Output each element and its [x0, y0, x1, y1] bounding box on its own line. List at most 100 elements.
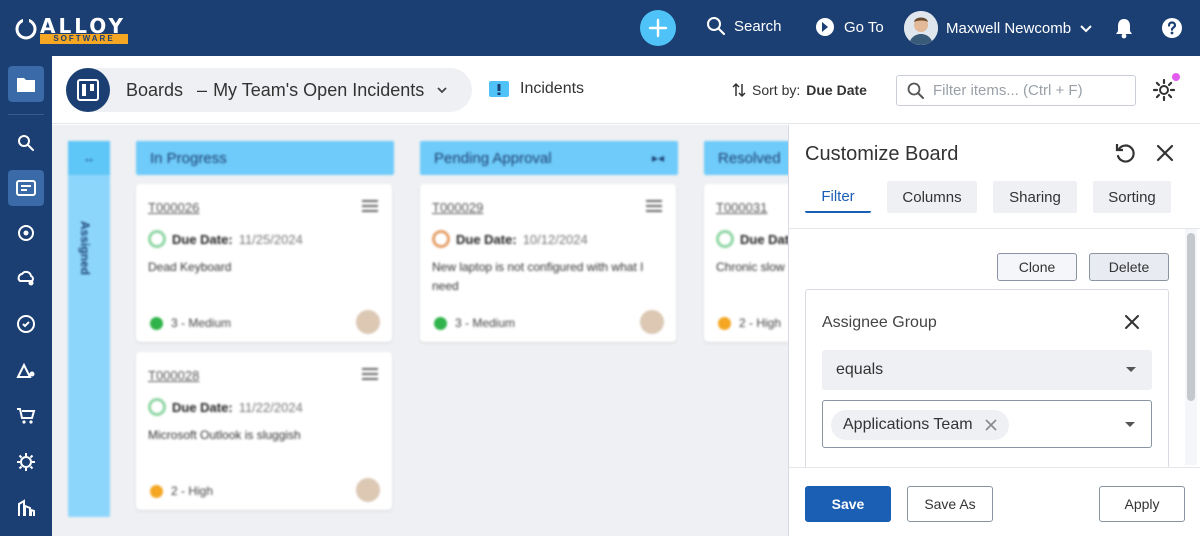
card-due-date: Due Date: 11/25/2024: [148, 230, 303, 248]
priority-dot: [150, 484, 163, 498]
card-menu-icon[interactable]: [646, 200, 662, 215]
card-t000028[interactable]: T000028 Due Date: 11/22/2024 Microsoft O…: [136, 352, 392, 510]
priority-dot: [150, 316, 163, 330]
dropdown-caret-icon: [1125, 422, 1135, 427]
save-as-button[interactable]: Save As: [907, 486, 993, 522]
card-description: New laptop is not configured with what I…: [432, 260, 644, 293]
card-priority: 2 - High: [150, 484, 213, 498]
rail-item-boards[interactable]: [8, 66, 44, 102]
card-id[interactable]: T000026: [148, 200, 199, 215]
value-select[interactable]: Applications Team: [822, 400, 1152, 448]
board-settings-gear-icon[interactable]: [1152, 78, 1176, 102]
notification-dot: [1172, 73, 1180, 81]
sort-arrows-icon: [732, 82, 746, 98]
shapes-gear-icon: [16, 362, 35, 378]
breadcrumb-separator: –: [197, 79, 208, 100]
incident-icon: [489, 81, 509, 97]
user-name: Maxwell Newcomb: [946, 19, 1072, 37]
goto-label: Go To: [844, 18, 884, 36]
board-logo: [66, 68, 110, 112]
chevron-down-icon: [437, 87, 447, 94]
rail-item-requests[interactable]: [8, 306, 44, 342]
alloy-logo[interactable]: ALLOY SOFTWARE: [14, 12, 132, 46]
customize-board-panel: Customize Board Filter Columns Sharing S…: [788, 125, 1200, 536]
user-avatar: [904, 11, 938, 45]
goto-button[interactable]: Go To: [814, 16, 884, 38]
rail-item-problems[interactable]: [8, 215, 44, 251]
card-id[interactable]: T000028: [148, 368, 199, 383]
report-icon: [18, 499, 35, 516]
rail-item-assets[interactable]: [8, 352, 44, 388]
column-header-in-progress[interactable]: In Progress: [136, 141, 394, 175]
delete-button[interactable]: Delete: [1089, 253, 1169, 281]
board-selector[interactable]: Boards – My Team's Open Incidents: [66, 68, 472, 112]
kanban-icon: [77, 79, 99, 101]
assignee-avatar: [356, 478, 380, 502]
rail-item-changes[interactable]: [8, 260, 44, 296]
help-icon[interactable]: [1161, 17, 1183, 39]
search-icon: [18, 135, 34, 151]
remove-criterion-close-icon[interactable]: [1122, 312, 1142, 332]
due-date-icon: [148, 398, 166, 416]
bell-icon[interactable]: [1114, 17, 1134, 39]
card-id[interactable]: T000031: [716, 200, 767, 215]
assigned-column-label: Assigned: [78, 221, 92, 276]
value-chip: Applications Team: [831, 410, 1009, 440]
kanban-board: ↔ Assigned In Progress Pending Approval …: [52, 125, 788, 536]
apply-button[interactable]: Apply: [1099, 486, 1185, 522]
plus-icon: [648, 18, 668, 38]
panel-vertical-scrollbar[interactable]: [1187, 233, 1195, 401]
assigned-column-collapsed[interactable]: ↔ Assigned: [68, 141, 110, 517]
logo-ring-icon: [15, 16, 37, 40]
chip-remove-close-icon[interactable]: [984, 419, 997, 431]
create-new-button[interactable]: [640, 10, 676, 46]
boards-breadcrumb[interactable]: Boards: [126, 80, 183, 101]
tab-sharing[interactable]: Sharing: [993, 181, 1077, 213]
goto-icon: [816, 18, 834, 36]
rail-item-reports[interactable]: [8, 490, 44, 526]
collapse-arrows-icon[interactable]: ▸◂: [652, 151, 664, 165]
due-date-icon: [432, 230, 450, 248]
expand-arrows-icon[interactable]: ↔: [68, 141, 110, 175]
tab-filter[interactable]: Filter: [805, 181, 871, 213]
filter-items-input[interactable]: [933, 82, 1123, 99]
page-header: Boards – My Team's Open Incidents Incide…: [52, 56, 1200, 124]
card-t000031[interactable]: T000031 Due Date: Chronic slow 2 - High: [704, 184, 788, 342]
card-t000026[interactable]: T000026 Due Date: 11/25/2024 Dead Keyboa…: [136, 184, 392, 342]
card-due-date: Due Date: 11/22/2024: [148, 398, 303, 416]
object-type-label: Incidents: [520, 80, 585, 97]
operator-select[interactable]: equals: [822, 350, 1152, 390]
priority-dot: [718, 316, 731, 330]
filter-items-box[interactable]: [896, 75, 1136, 106]
reset-icon[interactable]: [1113, 141, 1137, 165]
left-navigation-rail: [0, 56, 52, 536]
column-header-resolved[interactable]: Resolved: [704, 141, 788, 175]
sort-control[interactable]: Sort by: Due Date: [732, 82, 867, 98]
save-button[interactable]: Save: [805, 486, 891, 522]
rail-item-incidents[interactable]: [8, 170, 44, 206]
assignee-avatar: [640, 310, 664, 334]
sort-prefix: Sort by:: [752, 82, 801, 98]
close-icon[interactable]: [1153, 141, 1177, 165]
card-menu-icon[interactable]: [362, 200, 378, 215]
dropdown-caret-icon: [1126, 367, 1136, 372]
rail-item-search[interactable]: [8, 125, 44, 161]
rail-item-purchasing[interactable]: [8, 398, 44, 434]
tab-columns[interactable]: Columns: [887, 181, 977, 213]
card-t000029[interactable]: T000029 Due Date: 10/12/2024 New laptop …: [420, 184, 676, 342]
operator-value: equals: [836, 361, 884, 378]
column-header-pending-approval[interactable]: Pending Approval ▸◂: [420, 141, 678, 175]
ticket-icon: [16, 180, 36, 196]
tab-sorting[interactable]: Sorting: [1093, 181, 1171, 213]
search-label: Search: [734, 17, 782, 35]
rail-item-settings[interactable]: [8, 444, 44, 480]
user-menu[interactable]: Maxwell Newcomb: [904, 11, 1093, 45]
card-menu-icon[interactable]: [362, 368, 378, 383]
clone-button[interactable]: Clone: [997, 253, 1077, 281]
card-priority: 3 - Medium: [150, 316, 231, 330]
search-button[interactable]: Search: [706, 16, 782, 36]
card-id[interactable]: T000029: [432, 200, 483, 215]
top-bar: ALLOY SOFTWARE Search Go To Maxwell Newc…: [0, 0, 1200, 56]
priority-dot: [434, 316, 447, 330]
chip-label: Applications Team: [843, 416, 973, 433]
